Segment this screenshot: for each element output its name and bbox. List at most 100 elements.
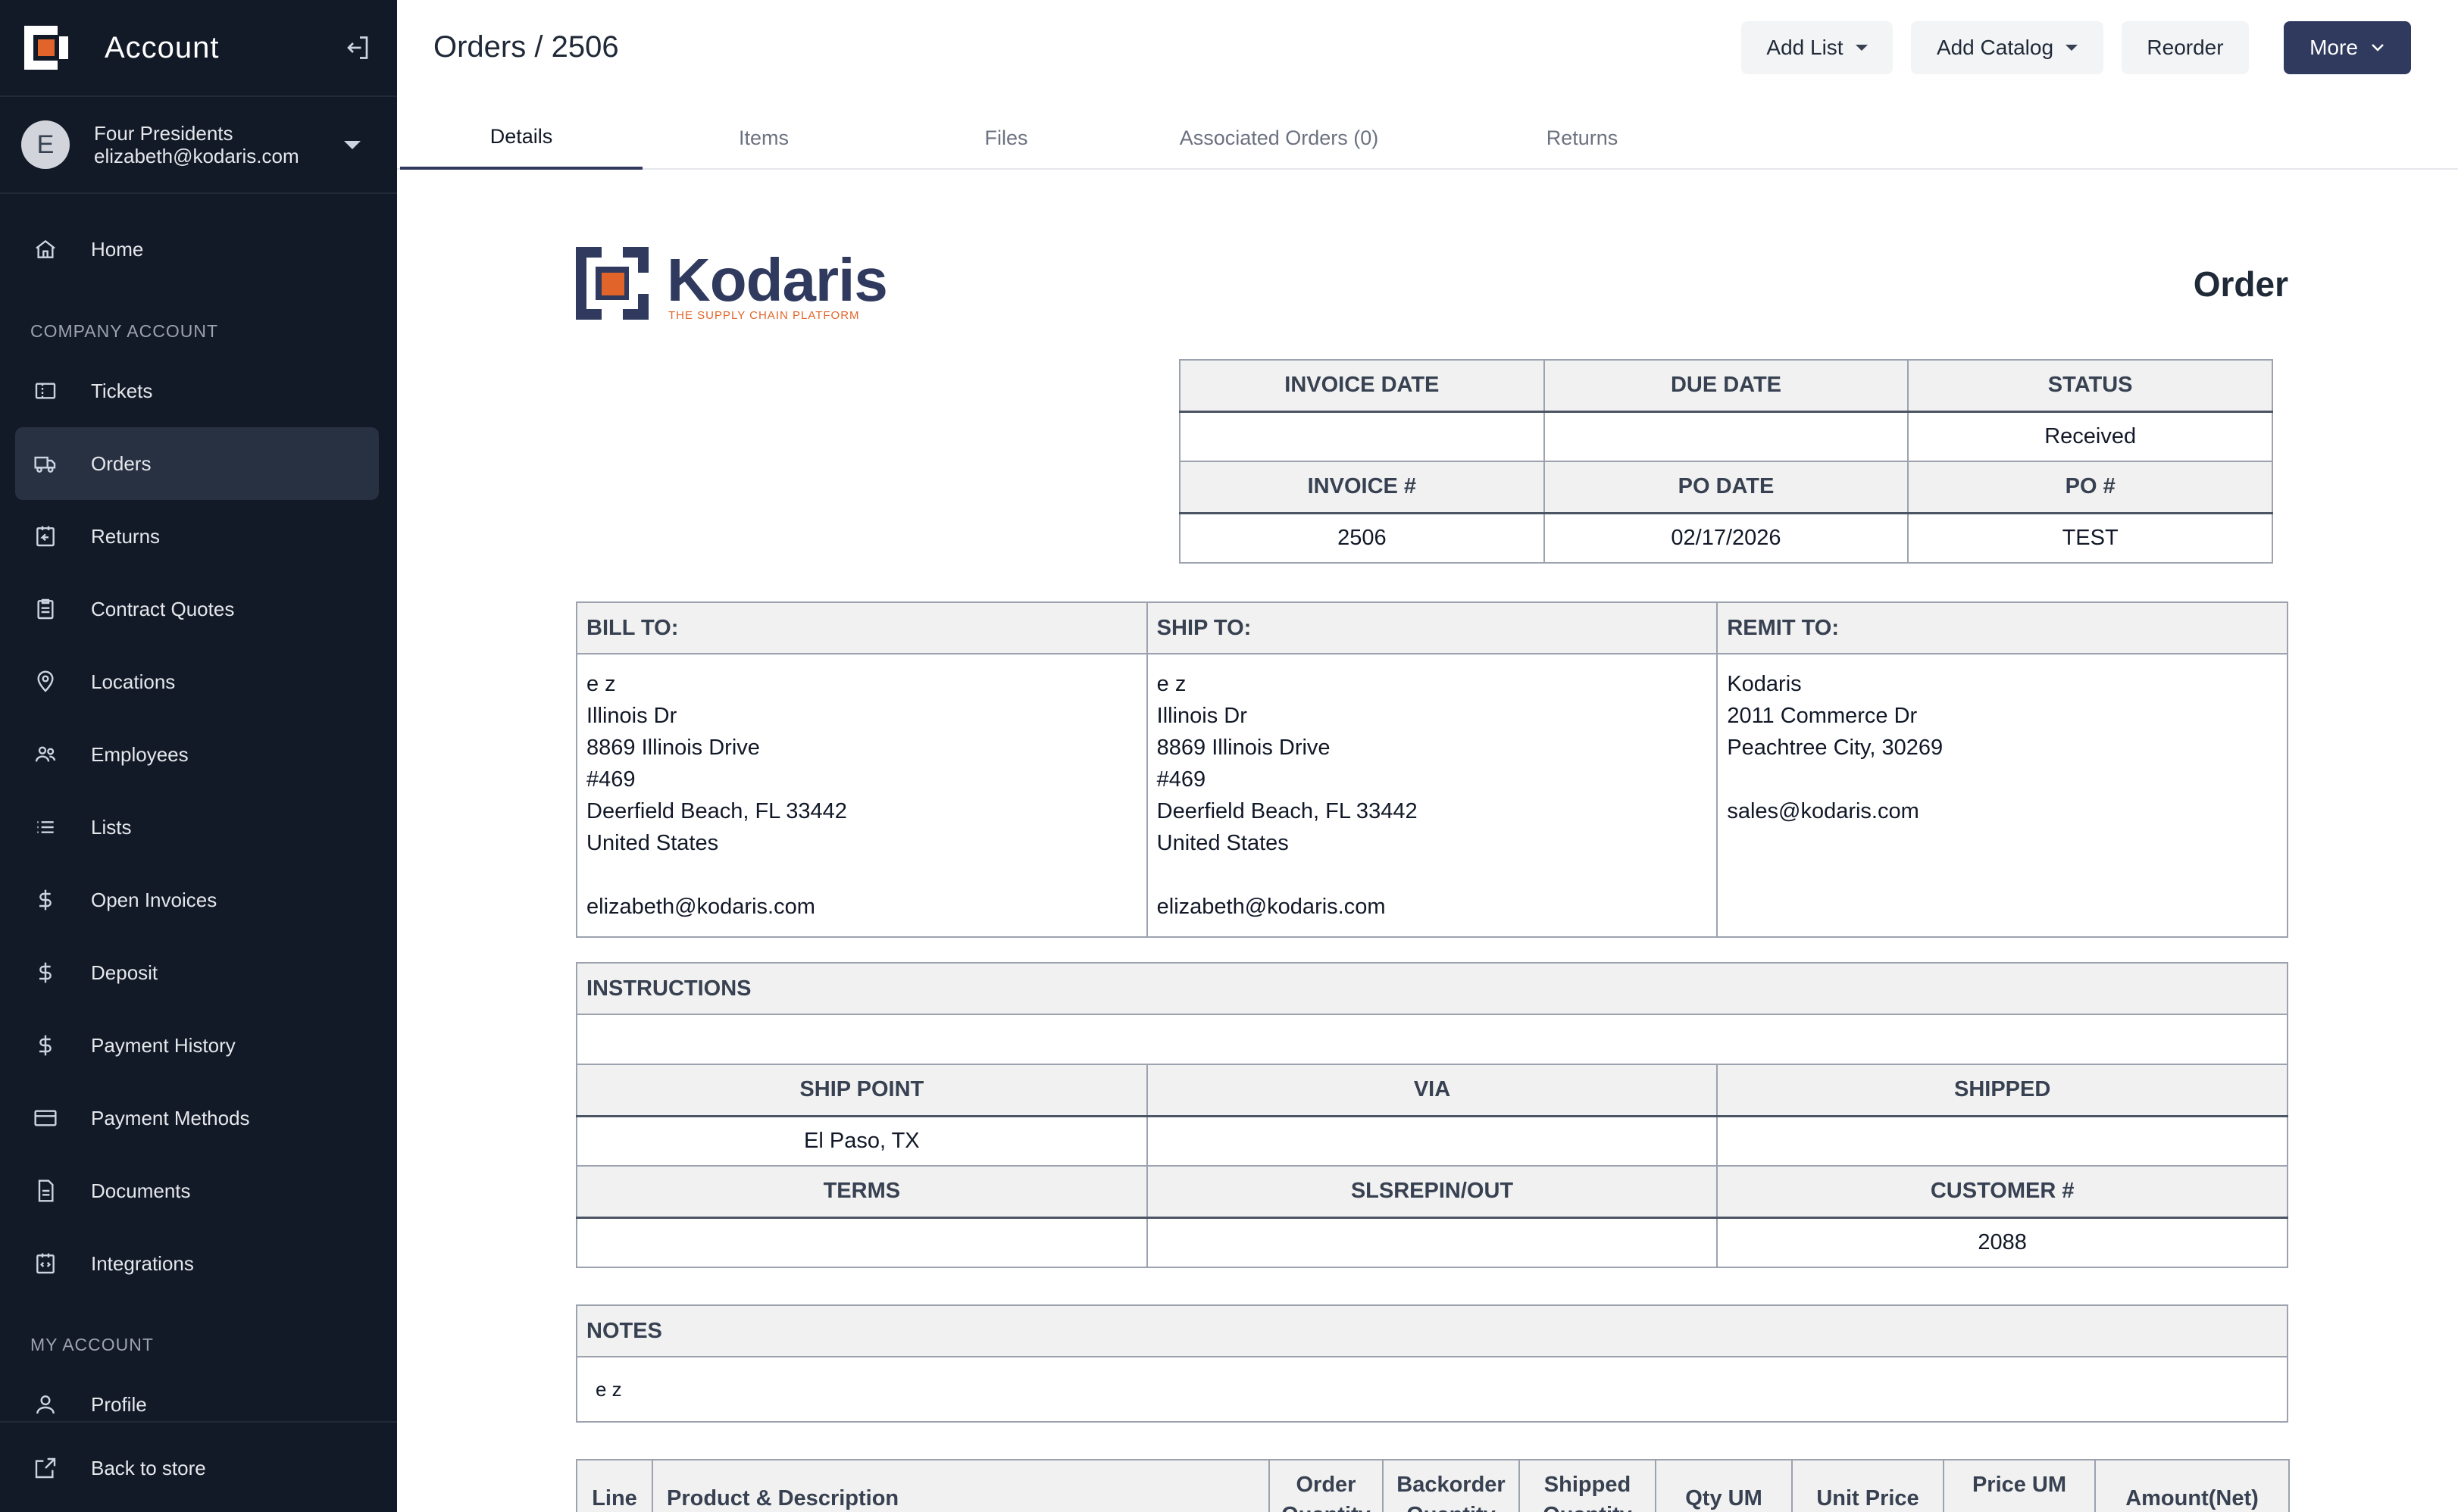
column-qty-um: Qty UM [1655,1459,1793,1512]
sidebar-footer: Back to store [0,1421,397,1512]
invoice-number-value: 2506 [1179,512,1545,564]
instructions-label: INSTRUCTIONS [576,962,2288,1015]
more-button[interactable]: More [2284,21,2411,74]
return-icon [30,521,61,551]
kodaris-brand-logo: Kodaris THE SUPPLY CHAIN PLATFORM [576,245,888,329]
address-line: e z [1156,672,1187,696]
notes-label: NOTES [576,1304,2288,1357]
sidebar-item-label: Payment Methods [91,1106,250,1129]
header-po-number: PO # [1907,461,2273,514]
document-title: Order [2193,264,2288,304]
sidebar-item-open-invoices[interactable]: Open Invoices [15,864,379,936]
chevron-down-icon [2372,44,2384,52]
ticket-icon [30,376,61,406]
sidebar-item-orders[interactable]: Orders [15,427,379,500]
sidebar-item-payment-methods[interactable]: Payment Methods [15,1082,379,1154]
user-icon [30,1389,61,1420]
sidebar-item-lists[interactable]: Lists [15,791,379,864]
truck-icon [30,448,61,479]
column-price-um: Price UM [1943,1459,2096,1512]
clipboard-icon [30,594,61,624]
address-line: Illinois Dr [1156,704,1247,728]
tab-files[interactable]: Files [885,106,1127,170]
notes-table: NOTES e z [576,1304,2288,1423]
location-pin-icon [30,667,61,697]
sidebar-item-label: Open Invoices [91,888,217,911]
header-terms: TERMS [576,1165,1148,1219]
sidebar-item-documents[interactable]: Documents [15,1154,379,1227]
ship-to-address: e z Illinois Dr 8869 Illinois Drive #469… [1146,653,1718,938]
kodaris-logo-icon [576,247,649,320]
avatar: E [21,120,70,169]
address-line: 8869 Illinois Drive [1156,736,1331,760]
sidebar-item-label: Profile [91,1392,147,1416]
address-line: Deerfield Beach, FL 33442 [1156,799,1418,823]
logout-icon[interactable] [342,33,373,63]
back-to-store-label: Back to store [91,1456,206,1479]
customer-number-value: 2088 [1716,1217,2288,1268]
sidebar-item-label: Locations [91,670,176,693]
sidebar-item-locations[interactable]: Locations [15,645,379,718]
brand-tagline: THE SUPPLY CHAIN PLATFORM [668,309,860,322]
ship-to-label: SHIP TO: [1146,601,1718,654]
bill-to-label: BILL TO: [576,601,1148,654]
address-email: elizabeth@kodaris.com [586,895,815,919]
column-order-quantity: Order Quantity [1268,1459,1384,1512]
address-line [586,859,1137,891]
sidebar-item-label: Orders [91,451,152,475]
shipped-value [1716,1115,2288,1167]
address-line: United States [586,831,719,855]
tab-items[interactable]: Items [643,106,885,170]
add-catalog-button[interactable]: Add Catalog [1911,21,2103,74]
column-unit-price: Unit Price [1791,1459,1944,1512]
integration-icon [30,1248,61,1279]
order-document-area: Kodaris THE SUPPLY CHAIN PLATFORM Order … [397,170,2458,1512]
add-list-button[interactable]: Add List [1741,21,1893,74]
sidebar-item-label: Returns [91,524,161,548]
address-line: Deerfield Beach, FL 33442 [586,799,847,823]
dollar-icon [30,885,61,915]
sidebar-item-home[interactable]: Home [15,213,379,286]
remit-to-address: Kodaris 2011 Commerce Dr Peachtree City,… [1716,653,2288,938]
sidebar-item-integrations[interactable]: Integrations [15,1227,379,1300]
sidebar-item-label: Integrations [91,1251,194,1275]
po-date-value: 02/17/2026 [1543,512,1909,564]
sidebar-item-label: Documents [91,1179,191,1202]
via-value [1146,1115,1718,1167]
credit-card-icon [30,1103,61,1133]
sidebar-item-label: Contract Quotes [91,597,235,620]
sidebar-item-returns[interactable]: Returns [15,500,379,573]
column-shipped-quantity: Shipped Quantity [1518,1459,1656,1512]
instructions-table: INSTRUCTIONS [576,962,2288,1065]
back-to-store-link[interactable]: Back to store [15,1432,379,1504]
address-line: United States [1156,831,1289,855]
sidebar-title: Account [105,30,220,64]
header-customer-number: CUSTOMER # [1716,1165,2288,1219]
invoice-date-value [1179,411,1545,462]
add-list-label: Add List [1766,36,1843,59]
sidebar-item-contract-quotes[interactable]: Contract Quotes [15,573,379,645]
breadcrumb: Orders / 2506 [433,30,619,64]
due-date-value [1543,411,1909,462]
sidebar-header: Account [0,0,397,97]
tab-returns[interactable]: Returns [1370,106,1673,170]
sidebar-item-tickets[interactable]: Tickets [15,355,379,427]
address-email: elizabeth@kodaris.com [1156,895,1386,919]
tab-details[interactable]: Details [400,106,643,170]
address-line: Peachtree City, 30269 [1727,736,1944,760]
sidebar-item-payment-history[interactable]: Payment History [15,1009,379,1082]
kodaris-logo-icon[interactable] [24,26,68,70]
sidebar-item-label: Deposit [91,961,158,984]
sidebar-item-employees[interactable]: Employees [15,718,379,791]
address-line [1157,859,1708,891]
account-switcher[interactable]: E Four Presidents elizabeth@kodaris.com [0,97,397,194]
line-items-table: Line Product & Description Order Quantit… [576,1459,2290,1512]
sidebar-item-deposit[interactable]: Deposit [15,936,379,1009]
header-po-date: PO DATE [1543,461,1909,514]
reorder-button[interactable]: Reorder [2122,21,2249,74]
header-slsrep: SLSREPIN/OUT [1146,1165,1718,1219]
address-email: sales@kodaris.com [1727,799,1919,823]
page-header: Orders / 2506 Add List Add Catalog Reord… [397,0,2458,170]
chevron-down-icon[interactable] [344,140,361,149]
shipping-table: SHIP POINT VIA SHIPPED El Paso, TX TERMS… [576,1064,2288,1268]
